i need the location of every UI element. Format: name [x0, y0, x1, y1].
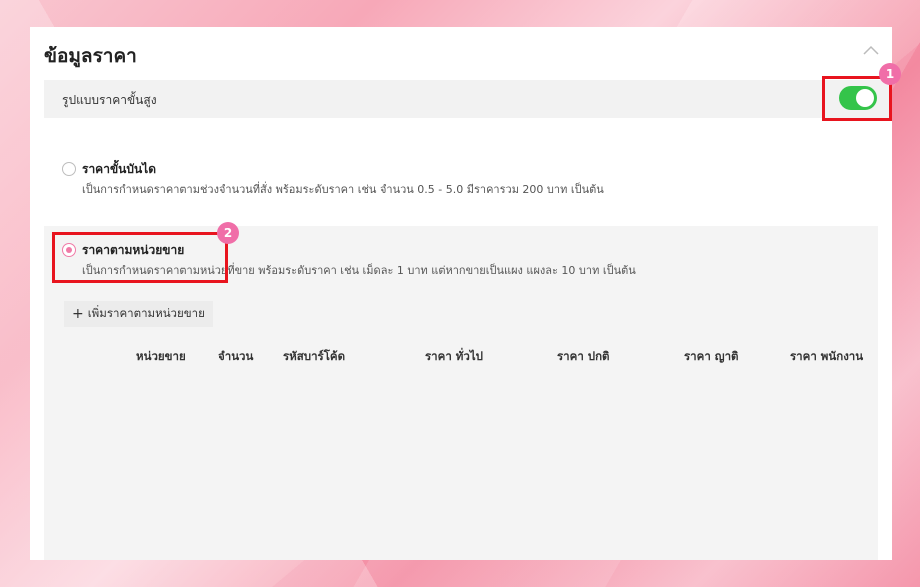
plus-icon: + — [72, 306, 84, 322]
chevron-up-icon[interactable] — [862, 44, 880, 56]
col-price-employee: ราคา พนักงาน — [790, 349, 864, 363]
radio-tier-pricing[interactable] — [62, 162, 76, 176]
option-tier-pricing-description: เป็นการกำหนดราคาตามช่วงจำนวนที่สั่ง พร้อ… — [82, 183, 604, 196]
unit-price-table-header: หน่วยขาย จำนวน รหัสบาร์โค้ด ราคา ทั่วไป … — [44, 344, 878, 366]
price-info-card: ข้อมูลราคา รูปแบบราคาขั้นสูง ราคาขั้นบัน… — [30, 27, 892, 560]
col-price-normal: ราคา ปกติ — [557, 349, 610, 363]
annotation-badge-2: 2 — [217, 222, 239, 244]
advanced-pricing-row: รูปแบบราคาขั้นสูง — [44, 80, 892, 118]
highlight-unit-pricing — [52, 232, 228, 283]
highlight-toggle — [822, 76, 892, 121]
col-quantity: จำนวน — [218, 349, 254, 363]
option-tier-pricing-title: ราคาขั้นบันได — [82, 162, 157, 176]
col-price-general: ราคา ทั่วไป — [425, 349, 483, 363]
annotation-badge-1: 1 — [879, 63, 901, 85]
advanced-pricing-label: รูปแบบราคาขั้นสูง — [62, 93, 157, 107]
col-price-relative: ราคา ญาติ — [684, 349, 739, 363]
section-title: ข้อมูลราคา — [44, 45, 137, 67]
col-barcode: รหัสบาร์โค้ด — [283, 349, 346, 363]
add-unit-price-button[interactable]: + เพิ่มราคาตามหน่วยขาย — [64, 301, 213, 327]
add-unit-price-label: เพิ่มราคาตามหน่วยขาย — [87, 306, 205, 320]
col-sale-unit: หน่วยขาย — [136, 349, 186, 363]
